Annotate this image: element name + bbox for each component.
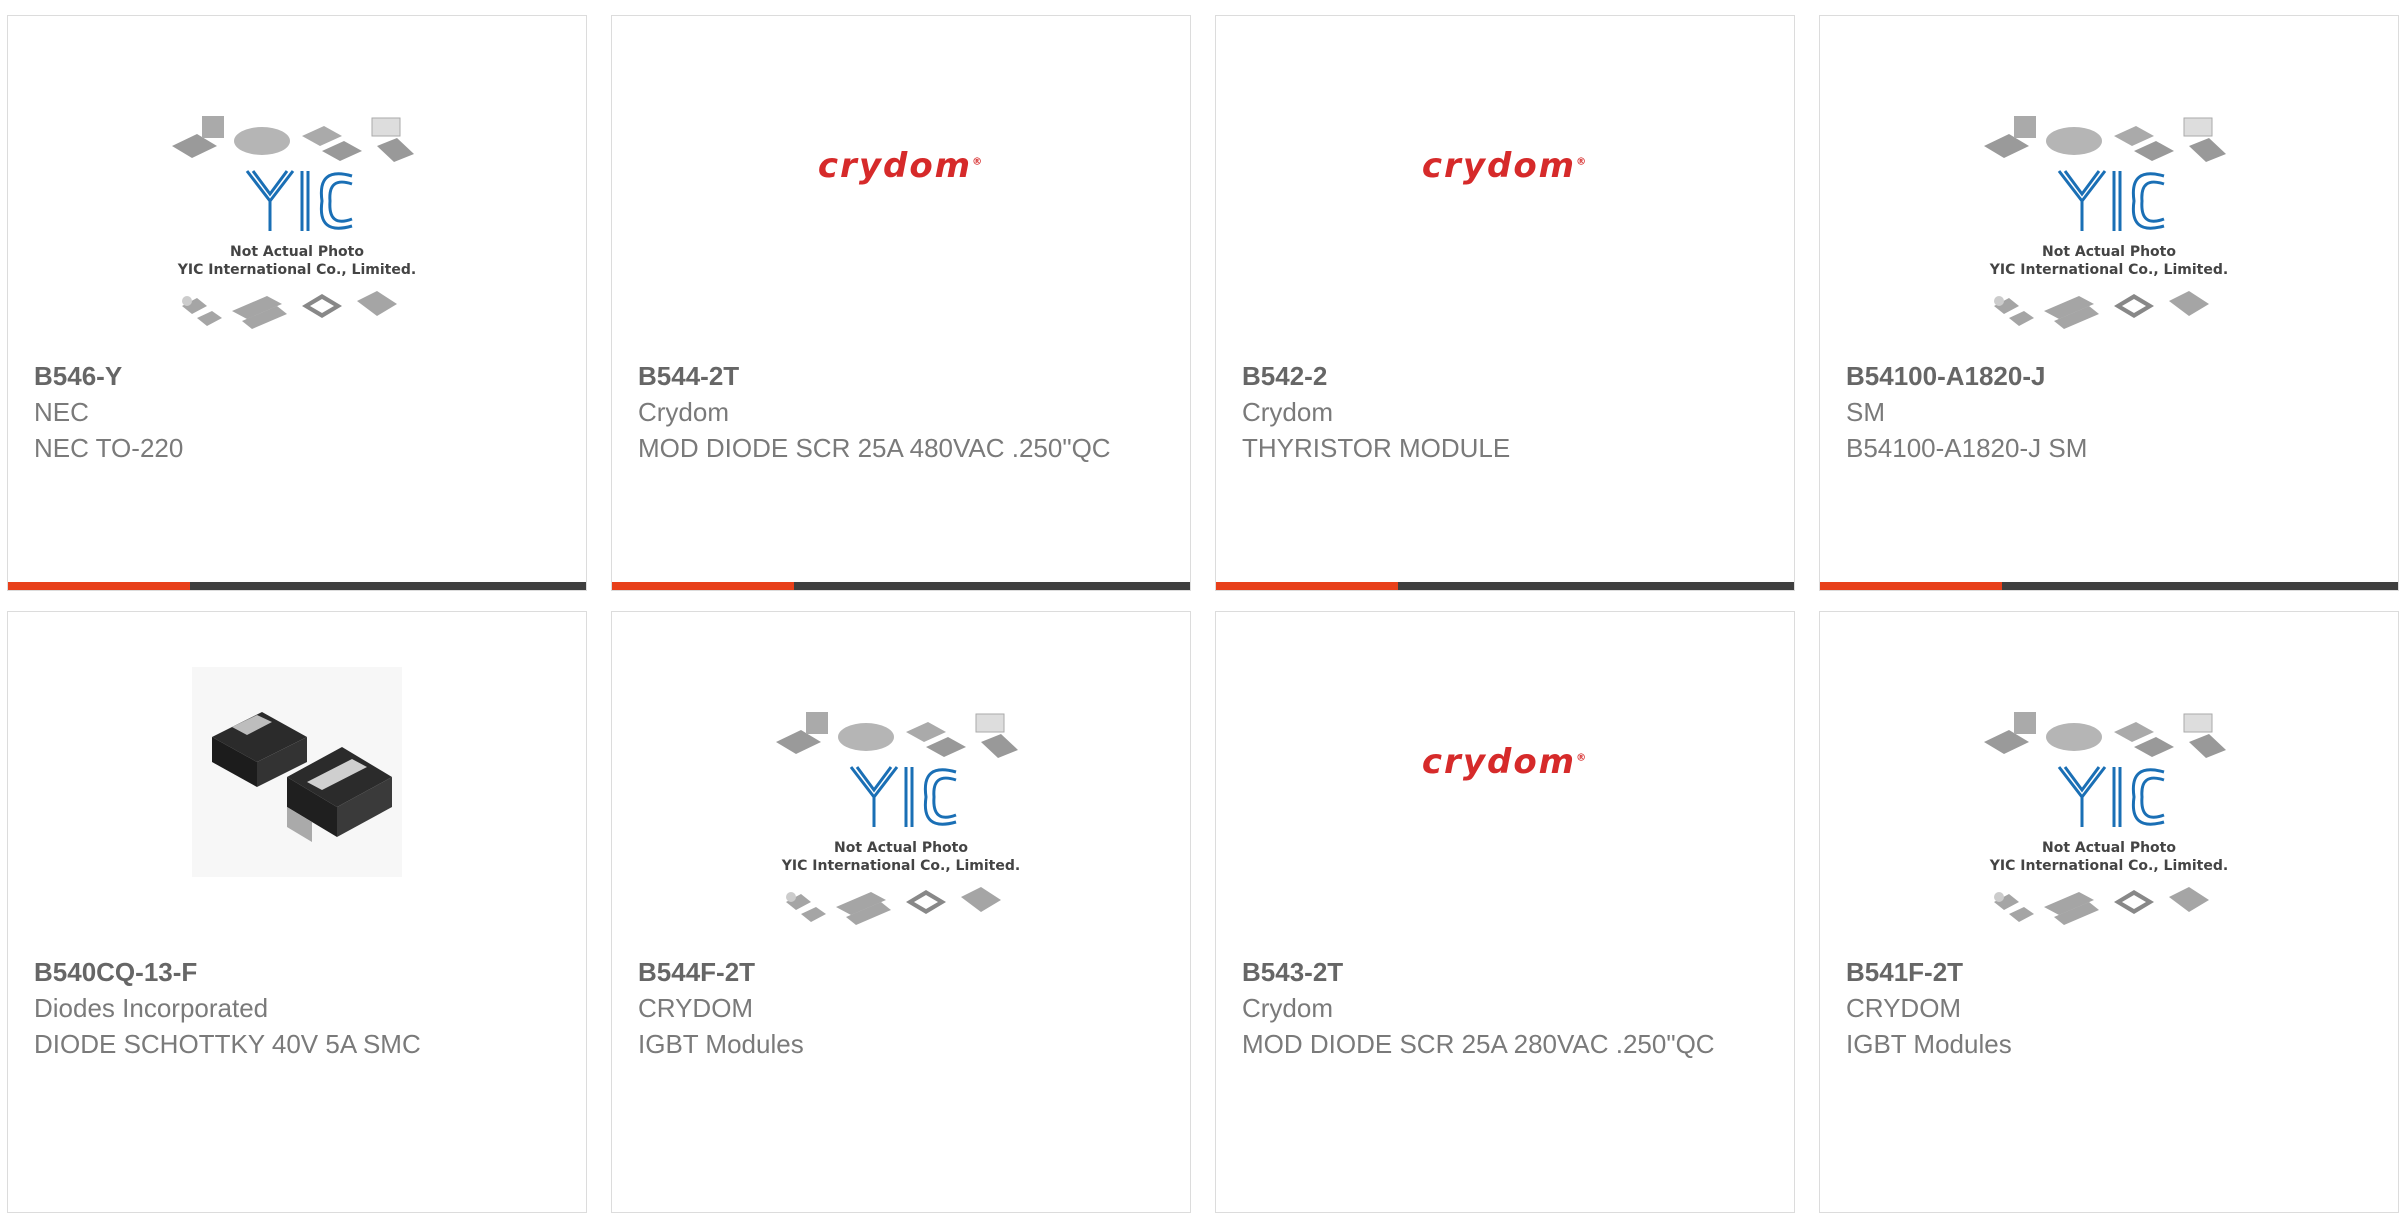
product-info: B54100-A1820-J SM B54100-A1820-J SM bbox=[1846, 358, 2346, 466]
product-description: IGBT Modules bbox=[638, 1029, 804, 1059]
product-image[interactable]: Not Actual Photo YIC International Co., … bbox=[8, 96, 586, 366]
product-card[interactable]: crydom® B544-2T Crydom MOD DIODE SCR 25A… bbox=[611, 15, 1191, 591]
manufacturer: CRYDOM bbox=[638, 993, 754, 1023]
product-description: THYRISTOR MODULE bbox=[1242, 433, 1511, 463]
yic-placeholder-image: Not Actual Photo YIC International Co., … bbox=[172, 116, 416, 329]
product-description: MOD DIODE SCR 25A 280VAC .250"QC bbox=[1242, 1029, 1715, 1059]
product-description: NEC TO-220 bbox=[34, 433, 184, 463]
placeholder-caption-1: Not Actual Photo bbox=[230, 244, 364, 260]
manufacturer: Crydom bbox=[638, 397, 730, 427]
placeholder-caption-1: Not Actual Photo bbox=[834, 840, 968, 856]
product-info: B541F-2T CRYDOM IGBT Modules bbox=[1846, 954, 2346, 1062]
crydom-logo: crydom® bbox=[1421, 146, 1589, 186]
product-card[interactable]: Not Actual Photo YIC International Co., … bbox=[1819, 15, 2399, 591]
product-description: IGBT Modules bbox=[1846, 1029, 2012, 1059]
card-bottom-bar bbox=[8, 582, 586, 590]
product-info: B544-2T Crydom MOD DIODE SCR 25A 480VAC … bbox=[638, 358, 1138, 466]
product-description: DIODE SCHOTTKY 40V 5A SMC bbox=[34, 1029, 421, 1059]
product-image[interactable]: crydom® bbox=[612, 96, 1190, 366]
product-info: B542-2 Crydom THYRISTOR MODULE bbox=[1242, 358, 1742, 466]
product-grid: Not Actual Photo YIC International Co., … bbox=[7, 15, 2399, 1213]
card-accent-bar bbox=[8, 582, 190, 590]
product-card[interactable]: Not Actual Photo YIC International Co., … bbox=[611, 611, 1191, 1213]
product-image[interactable]: Not Actual Photo YIC International Co., … bbox=[1820, 96, 2398, 366]
card-accent-bar bbox=[1820, 582, 2002, 590]
product-info: B543-2T Crydom MOD DIODE SCR 25A 280VAC … bbox=[1242, 954, 1742, 1062]
product-card[interactable]: B540CQ-13-F Diodes Incorporated DIODE SC… bbox=[7, 611, 587, 1213]
card-accent-bar bbox=[612, 582, 794, 590]
card-bottom-bar bbox=[1820, 582, 2398, 590]
placeholder-caption-1: Not Actual Photo bbox=[2042, 244, 2176, 260]
yic-placeholder-image: Not Actual Photo YIC International Co., … bbox=[1984, 712, 2228, 925]
part-number[interactable]: B541F-2T bbox=[1846, 954, 2346, 990]
product-card[interactable]: Not Actual Photo YIC International Co., … bbox=[1819, 611, 2399, 1213]
manufacturer: Crydom bbox=[1242, 993, 1334, 1023]
part-number[interactable]: B540CQ-13-F bbox=[34, 954, 534, 990]
manufacturer: NEC bbox=[34, 397, 89, 427]
card-bottom-bar bbox=[612, 582, 1190, 590]
card-bottom-bar bbox=[1216, 582, 1794, 590]
product-card[interactable]: crydom® B543-2T Crydom MOD DIODE SCR 25A… bbox=[1215, 611, 1795, 1213]
product-description: MOD DIODE SCR 25A 480VAC .250"QC bbox=[638, 433, 1111, 463]
product-image[interactable]: Not Actual Photo YIC International Co., … bbox=[612, 692, 1190, 962]
product-info: B540CQ-13-F Diodes Incorporated DIODE SC… bbox=[34, 954, 534, 1062]
product-description: B54100-A1820-J SM bbox=[1846, 433, 2088, 463]
part-number[interactable]: B54100-A1820-J bbox=[1846, 358, 2346, 394]
manufacturer: CRYDOM bbox=[1846, 993, 1962, 1023]
product-info: B544F-2T CRYDOM IGBT Modules bbox=[638, 954, 1138, 1062]
card-accent-bar bbox=[1216, 582, 1398, 590]
manufacturer: Diodes Incorporated bbox=[34, 993, 269, 1023]
part-number[interactable]: B546-Y bbox=[34, 358, 534, 394]
product-card[interactable]: crydom® B542-2 Crydom THYRISTOR MODULE bbox=[1215, 15, 1795, 591]
yic-placeholder-image: Not Actual Photo YIC International Co., … bbox=[1984, 116, 2228, 329]
crydom-logo: crydom® bbox=[817, 146, 985, 186]
manufacturer: Crydom bbox=[1242, 397, 1334, 427]
crydom-logo: crydom® bbox=[1421, 742, 1589, 782]
placeholder-caption-2: YIC International Co., Limited. bbox=[177, 262, 416, 278]
manufacturer: SM bbox=[1846, 397, 1885, 427]
placeholder-caption-2: YIC International Co., Limited. bbox=[1989, 858, 2228, 874]
part-number[interactable]: B542-2 bbox=[1242, 358, 1742, 394]
smc-diode-photo bbox=[192, 667, 402, 877]
part-number[interactable]: B544-2T bbox=[638, 358, 1138, 394]
part-number[interactable]: B543-2T bbox=[1242, 954, 1742, 990]
product-image[interactable] bbox=[8, 667, 586, 962]
product-image[interactable]: crydom® bbox=[1216, 96, 1794, 366]
placeholder-caption-2: YIC International Co., Limited. bbox=[1989, 262, 2228, 278]
placeholder-caption-1: Not Actual Photo bbox=[2042, 840, 2176, 856]
product-image[interactable]: crydom® bbox=[1216, 692, 1794, 962]
part-number[interactable]: B544F-2T bbox=[638, 954, 1138, 990]
product-card[interactable]: Not Actual Photo YIC International Co., … bbox=[7, 15, 587, 591]
product-image[interactable]: Not Actual Photo YIC International Co., … bbox=[1820, 692, 2398, 962]
yic-placeholder-image: Not Actual Photo YIC International Co., … bbox=[776, 712, 1020, 925]
placeholder-caption-2: YIC International Co., Limited. bbox=[781, 858, 1020, 874]
product-info: B546-Y NEC NEC TO-220 bbox=[34, 358, 534, 466]
